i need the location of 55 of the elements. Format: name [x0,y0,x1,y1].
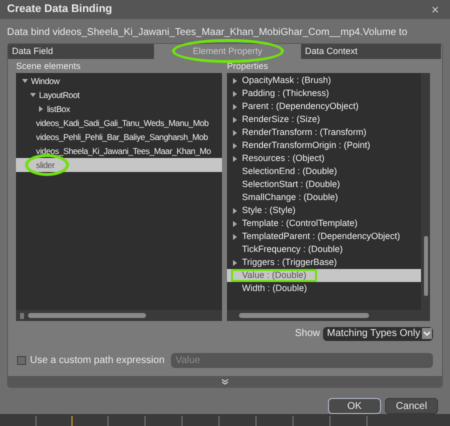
show-dropdown[interactable]: Matching Types Only [323,326,433,340]
collapsed-triangle-icon[interactable] [232,260,238,266]
tree-item[interactable]: Window [16,74,222,88]
property-item[interactable]: SelectionStart : (Double) [227,178,421,191]
property-item[interactable]: OpacityMask : (Brush) [227,74,421,87]
close-button[interactable]: × [427,3,443,16]
tree-item[interactable]: listBox [16,102,222,116]
tab[interactable]: Data Field [8,44,154,59]
property-item[interactable]: RenderTransformOrigin : (Point) [227,139,421,152]
property-item[interactable]: SmallChange : (Double) [227,191,421,204]
tree-item[interactable]: videos_Pehli_Pehli_Bar_Baliye_Sangharsh_Mob [16,130,222,144]
property-item[interactable]: Triggers : (TriggerBase) [227,256,421,269]
tree-item[interactable]: videos_Sheela_Ki_Jawani_Tees_Maar_Khan_Mo [16,144,222,158]
tree-item[interactable]: LayoutRoot [16,88,222,102]
property-item[interactable]: RenderSize : (Size) [227,113,421,126]
dialog-button[interactable]: OK [328,398,381,414]
collapsed-triangle-icon[interactable] [232,116,238,122]
collapsed-triangle-icon[interactable] [232,208,238,214]
collapsed-triangle-icon[interactable] [232,220,238,226]
checkbox-label: Use a custom path expression [30,354,165,368]
property-item[interactable]: SelectionEnd : (Double) [227,165,421,178]
horizontal-scrollbar[interactable] [227,310,430,321]
collapsed-triangle-icon[interactable] [232,78,238,84]
collapsed-triangle-icon[interactable] [38,106,44,112]
collapsed-triangle-icon[interactable] [232,130,238,136]
collapsed-triangle-icon[interactable] [232,104,238,110]
double-chevron-down-icon [221,378,229,384]
property-item[interactable]: TickFrequency : (Double) [227,243,421,256]
collapsed-triangle-icon[interactable] [232,156,238,162]
expanded-triangle-icon[interactable] [30,92,36,98]
property-item[interactable]: Template : (ControlTemplate) [227,217,421,230]
window-title: Create Data Binding [7,2,112,18]
property-item[interactable]: Parent : (DependencyObject) [227,100,421,113]
tab[interactable]: Data Context [301,44,441,59]
collapsed-triangle-icon[interactable] [232,142,238,148]
property-item[interactable]: Style : (Style) [227,204,421,217]
property-item[interactable]: Width : (Double) [227,282,421,295]
dialog-button[interactable]: Cancel [385,398,438,414]
description-text: Data bind videos_Sheela_Ki_Jawani_Tees_Maar_Khan_MobiGhar_Com__mp4.Volume to [7,27,408,39]
property-item[interactable]: Value : (Double) [227,269,421,282]
property-item[interactable]: RenderTransform : (Transform) [227,126,421,139]
panel-heading: Properties [227,60,268,72]
property-item[interactable]: Resources : (Object) [227,152,421,165]
tree-item[interactable]: videos_Kadi_Sadi_Gali_Tanu_Weds_Manu_Mob [16,116,222,130]
chevron-down-icon [422,328,432,339]
property-item[interactable]: Padding : (Thickness) [227,87,421,100]
expanded-triangle-icon[interactable] [22,78,28,84]
checkbox[interactable] [17,356,26,365]
collapsed-triangle-icon[interactable] [232,90,238,96]
panel-heading: Scene elements [16,60,81,72]
property-item[interactable]: TemplatedParent : (DependencyObject) [227,230,421,243]
collapsed-triangle-icon[interactable] [232,234,238,240]
horizontal-scrollbar[interactable] [16,310,222,321]
vertical-scrollbar[interactable] [421,73,430,310]
show-label: Show [294,327,320,341]
